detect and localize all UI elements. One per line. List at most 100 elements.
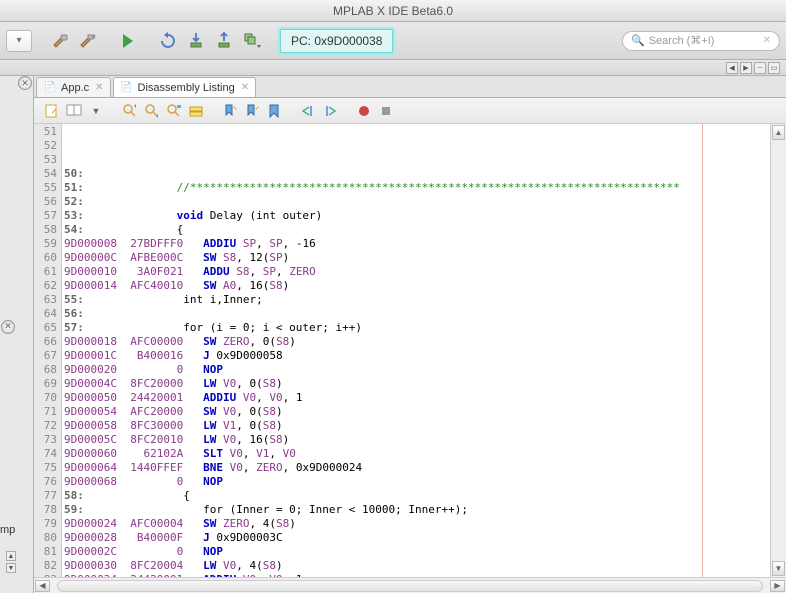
toggle-bookmark-button[interactable]: [264, 101, 284, 121]
line-number: 59: [34, 237, 61, 251]
code-line[interactable]: 54: {: [64, 223, 770, 237]
play-icon: [123, 34, 133, 48]
code-viewport: 5152535455565758596061626364656667686970…: [34, 124, 786, 577]
code-line[interactable]: 9D000008 27BDFFF0 ADDIU SP, SP, -16: [64, 237, 770, 251]
code-line[interactable]: 57: for (i = 0; i < outer; i++): [64, 321, 770, 335]
upload-button[interactable]: [212, 29, 236, 53]
code-line[interactable]: 9D000024 AFC00004 SW ZERO, 4(S8): [64, 517, 770, 531]
code-line[interactable]: 9D00002C 0 NOP: [64, 545, 770, 559]
code-line[interactable]: 9D000028 B40000F J 0x9D00003C: [64, 531, 770, 545]
scroll-left-button[interactable]: ◀: [35, 580, 50, 592]
nav-prev-button[interactable]: ◀: [726, 62, 738, 74]
left-side-panel: ✕ ✕ mp ▲ ▼: [0, 76, 34, 593]
code-line[interactable]: 9D000020 0 NOP: [64, 363, 770, 377]
code-line[interactable]: 58: {: [64, 489, 770, 503]
code-line[interactable]: 9D000054 AFC20000 SW V0, 0(S8): [64, 405, 770, 419]
macro-stop-button[interactable]: [376, 101, 396, 121]
tab-close-icon[interactable]: ✕: [241, 82, 249, 93]
panel-close-button-2[interactable]: ✕: [1, 320, 15, 334]
line-number: 60: [34, 251, 61, 265]
hscroll-track[interactable]: [57, 580, 763, 592]
tab-app-c[interactable]: 📄 App.c ✕: [36, 77, 111, 97]
vertical-scrollbar[interactable]: ▲ ▼: [770, 124, 786, 577]
macro-record-button[interactable]: [354, 101, 374, 121]
code-line[interactable]: 9D000018 AFC00000 SW ZERO, 0(S8): [64, 335, 770, 349]
prev-bookmark-button[interactable]: [220, 101, 240, 121]
pc-display[interactable]: PC: 0x9D000038: [280, 29, 393, 53]
find-prev-button[interactable]: [120, 101, 140, 121]
search-placeholder: Search (⌘+I): [649, 34, 763, 47]
line-number: 78: [34, 503, 61, 517]
stop-icon: [378, 103, 394, 119]
code-line[interactable]: 9D000010 3A0F021 ADDU S8, SP, ZERO: [64, 265, 770, 279]
tab-disassembly[interactable]: 📄 Disassembly Listing ✕: [113, 77, 257, 97]
code-line[interactable]: 9D00000C AFBE000C SW S8, 12(SP): [64, 251, 770, 265]
line-number: 54: [34, 167, 61, 181]
upload-icon: [214, 31, 234, 51]
disassembly-code[interactable]: 50:51: //*******************************…: [62, 124, 770, 577]
find-select-button[interactable]: [164, 101, 184, 121]
history-button[interactable]: [64, 101, 84, 121]
code-line[interactable]: 9D000068 0 NOP: [64, 475, 770, 489]
debug-dropdown-icon: [242, 31, 262, 51]
code-line[interactable]: 9D00005C 8FC20010 LW V0, 16(S8): [64, 433, 770, 447]
scroll-down-button[interactable]: ▼: [772, 561, 785, 576]
horizontal-scrollbar[interactable]: ◀ ▶: [34, 577, 786, 593]
debug-button[interactable]: [240, 29, 264, 53]
main-toolbar: ▾ PC: 0x9D000038 🔍 Search (⌘+I) ✕: [0, 22, 786, 60]
highlight-icon: [188, 103, 204, 119]
code-line[interactable]: 9D00004C 8FC20000 LW V0, 0(S8): [64, 377, 770, 391]
search-clear-icon[interactable]: ✕: [763, 35, 771, 46]
code-line[interactable]: 9D000014 AFC40010 SW A0, 16(S8): [64, 279, 770, 293]
reset-button[interactable]: [156, 29, 180, 53]
history-icon: [66, 103, 82, 119]
line-number: 51: [34, 125, 61, 139]
highlight-button[interactable]: [186, 101, 206, 121]
line-number: 64: [34, 307, 61, 321]
code-line[interactable]: 9D000064 1440FFEF BNE V0, ZERO, 0x9D0000…: [64, 461, 770, 475]
clean-build-button[interactable]: [76, 29, 100, 53]
tab-disassembly-label: Disassembly Listing: [138, 82, 235, 94]
code-line[interactable]: 9D000034 24420001 ADDIU V0, V0, 1: [64, 573, 770, 577]
maximize-button[interactable]: ▭: [768, 62, 780, 74]
code-line[interactable]: 56:: [64, 307, 770, 321]
side-down-button[interactable]: ▼: [6, 563, 16, 573]
shift-left-button[interactable]: [298, 101, 318, 121]
line-number: 57: [34, 209, 61, 223]
code-line[interactable]: 9D000050 24420001 ADDIU V0, V0, 1: [64, 391, 770, 405]
run-button[interactable]: [116, 29, 140, 53]
code-line[interactable]: 51: //**********************************…: [64, 181, 770, 195]
minimize-button[interactable]: –: [754, 62, 766, 74]
search-icon: 🔍: [631, 34, 645, 47]
tab-close-icon[interactable]: ✕: [95, 82, 103, 93]
line-number: 74: [34, 447, 61, 461]
source-button[interactable]: [42, 101, 62, 121]
line-number: 52: [34, 139, 61, 153]
refresh-icon: [158, 31, 178, 51]
code-line[interactable]: 9D000058 8FC30000 LW V1, 0(S8): [64, 419, 770, 433]
scroll-right-button[interactable]: ▶: [770, 580, 785, 592]
find-next-button[interactable]: [142, 101, 162, 121]
code-line[interactable]: 9D000030 8FC20004 LW V0, 4(S8): [64, 559, 770, 573]
code-line[interactable]: 50:: [64, 167, 770, 181]
code-line[interactable]: 9D000060 62102A SLT V0, V1, V0: [64, 447, 770, 461]
scroll-track[interactable]: [771, 141, 786, 560]
editor-area: 📄 App.c ✕ 📄 Disassembly Listing ✕ ▼: [34, 76, 786, 593]
panel-close-button[interactable]: ✕: [18, 76, 32, 90]
download-button[interactable]: [184, 29, 208, 53]
listing-icon: 📄: [120, 81, 134, 95]
code-line[interactable]: 59: for (Inner = 0; Inner < 10000; Inner…: [64, 503, 770, 517]
nav-next-button[interactable]: ▶: [740, 62, 752, 74]
code-line[interactable]: 9D00001C B400016 J 0x9D000058: [64, 349, 770, 363]
config-combo[interactable]: ▾: [6, 30, 32, 52]
scroll-up-button[interactable]: ▲: [772, 125, 785, 140]
side-up-button[interactable]: ▲: [6, 551, 16, 561]
code-line[interactable]: 53: void Delay (int outer): [64, 209, 770, 223]
next-bookmark-button[interactable]: [242, 101, 262, 121]
shift-right-button[interactable]: [320, 101, 340, 121]
code-line[interactable]: 55: int i,Inner;: [64, 293, 770, 307]
build-button[interactable]: [48, 29, 72, 53]
search-input[interactable]: 🔍 Search (⌘+I) ✕: [622, 31, 780, 51]
code-line[interactable]: 52:: [64, 195, 770, 209]
dropdown-button[interactable]: ▼: [86, 101, 106, 121]
